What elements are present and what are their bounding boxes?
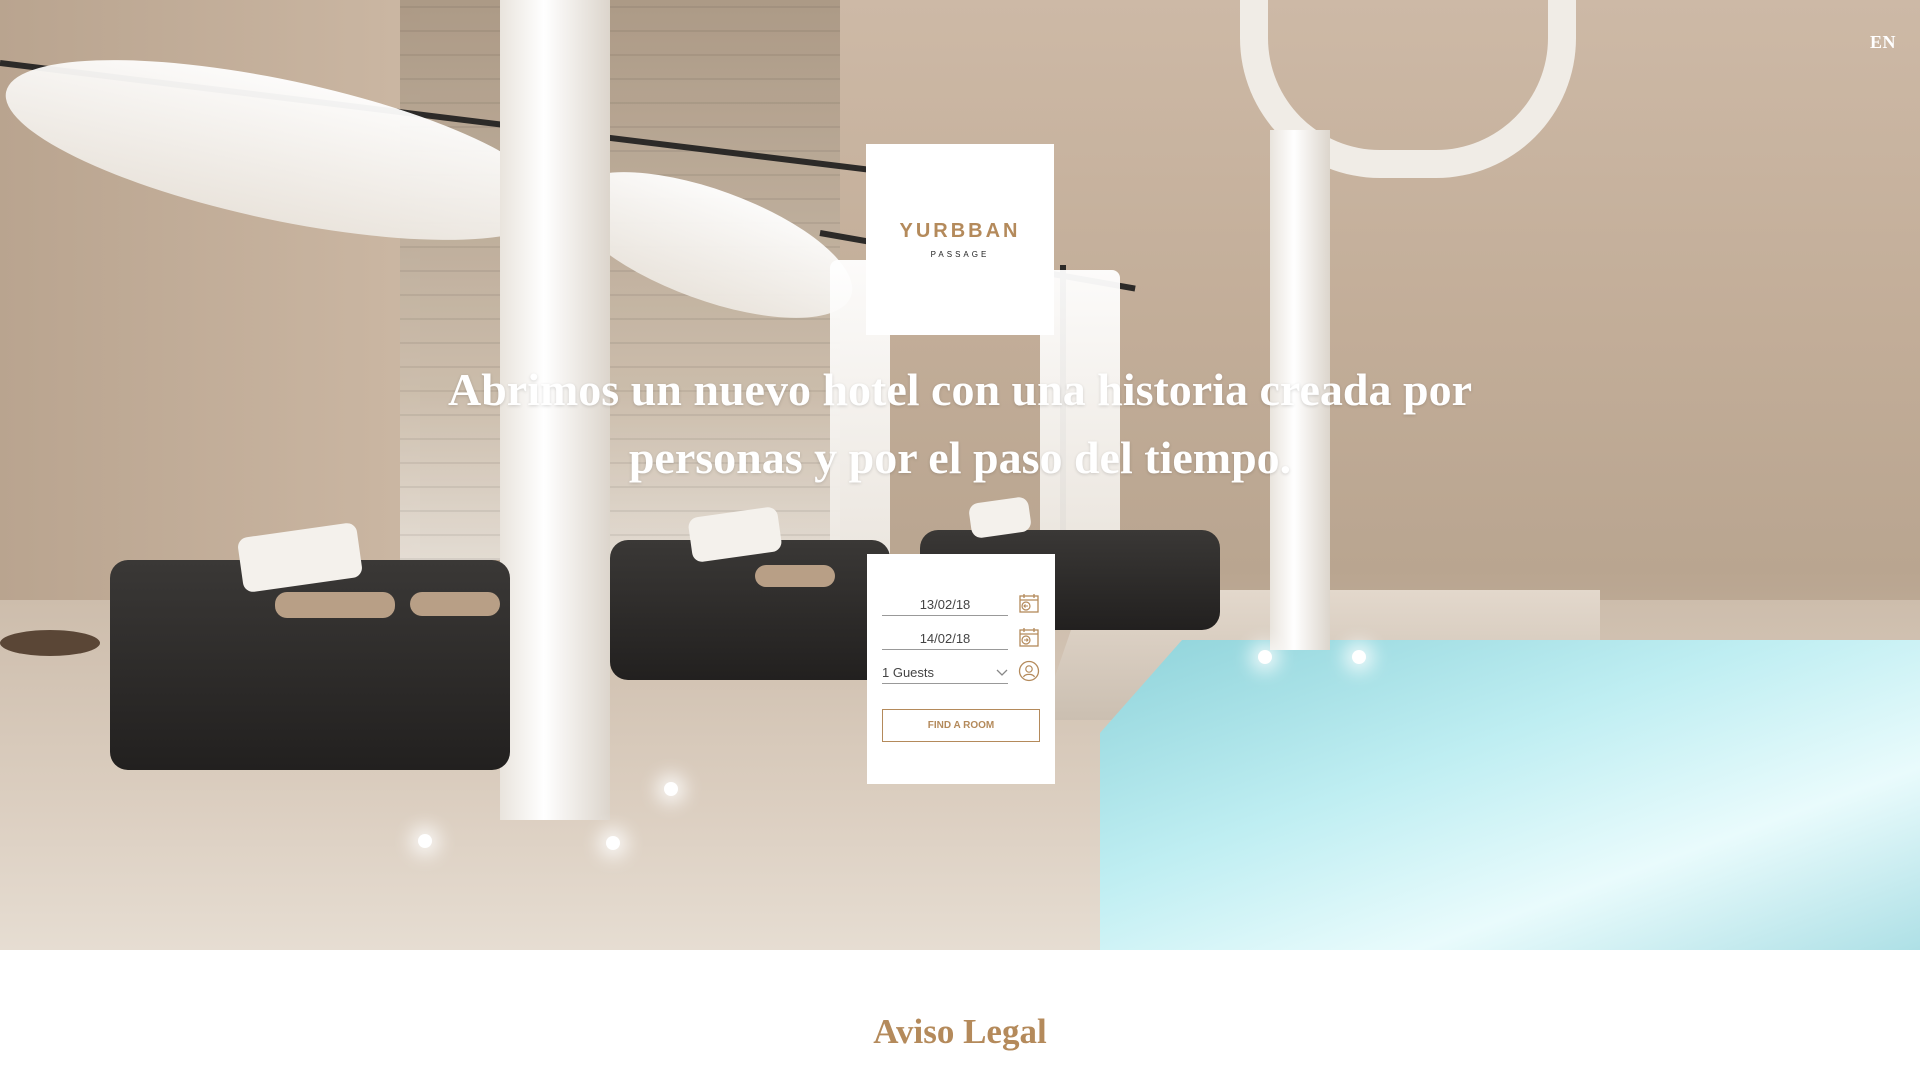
hero-section: EN YURBBAN PASSAGE Abrimos un nuevo hote… (0, 0, 1920, 950)
guests-select[interactable]: 1 Guests (882, 662, 1008, 684)
scene-towel (410, 592, 500, 616)
check-in-date-field[interactable]: 13/02/18 (882, 594, 1008, 616)
logo[interactable]: YURBBAN PASSAGE (866, 144, 1054, 335)
user-icon (1018, 660, 1040, 682)
scene-pool (1100, 640, 1920, 950)
hero-headline-line1: Abrimos un nuevo hotel con una historia … (447, 364, 1473, 415)
logo-subtitle: PASSAGE (930, 250, 990, 259)
language-switch[interactable]: EN (1870, 32, 1896, 53)
scene-sparkle (1258, 650, 1272, 664)
find-a-room-button[interactable]: FIND A ROOM (882, 709, 1040, 742)
calendar-arrow-in-icon[interactable] (1018, 592, 1040, 614)
scene-sparkle (664, 782, 678, 796)
hero-headline-line2: personas y por el paso del tiempo. (628, 432, 1292, 483)
scene-sparkle (1352, 650, 1366, 664)
guests-value: 1 Guests (882, 665, 935, 680)
chevron-down-icon (996, 669, 1008, 676)
section-title-aviso-legal: Aviso Legal (873, 1012, 1047, 1051)
scene-daybed (610, 540, 890, 680)
scene-sparkle (418, 834, 432, 848)
scene-sparkle (606, 836, 620, 850)
calendar-arrow-out-icon[interactable] (1018, 626, 1040, 648)
logo-name: YURBBAN (899, 220, 1021, 242)
scene-towel (755, 565, 835, 587)
scene-side-table (0, 630, 100, 656)
scene-towel (275, 592, 395, 618)
booking-widget: 13/02/18 14/02/18 1 Guests FIND A ROOM (867, 554, 1055, 784)
hero-headline: Abrimos un nuevo hotel con una historia … (380, 356, 1540, 492)
check-out-date-field[interactable]: 14/02/18 (882, 628, 1008, 650)
